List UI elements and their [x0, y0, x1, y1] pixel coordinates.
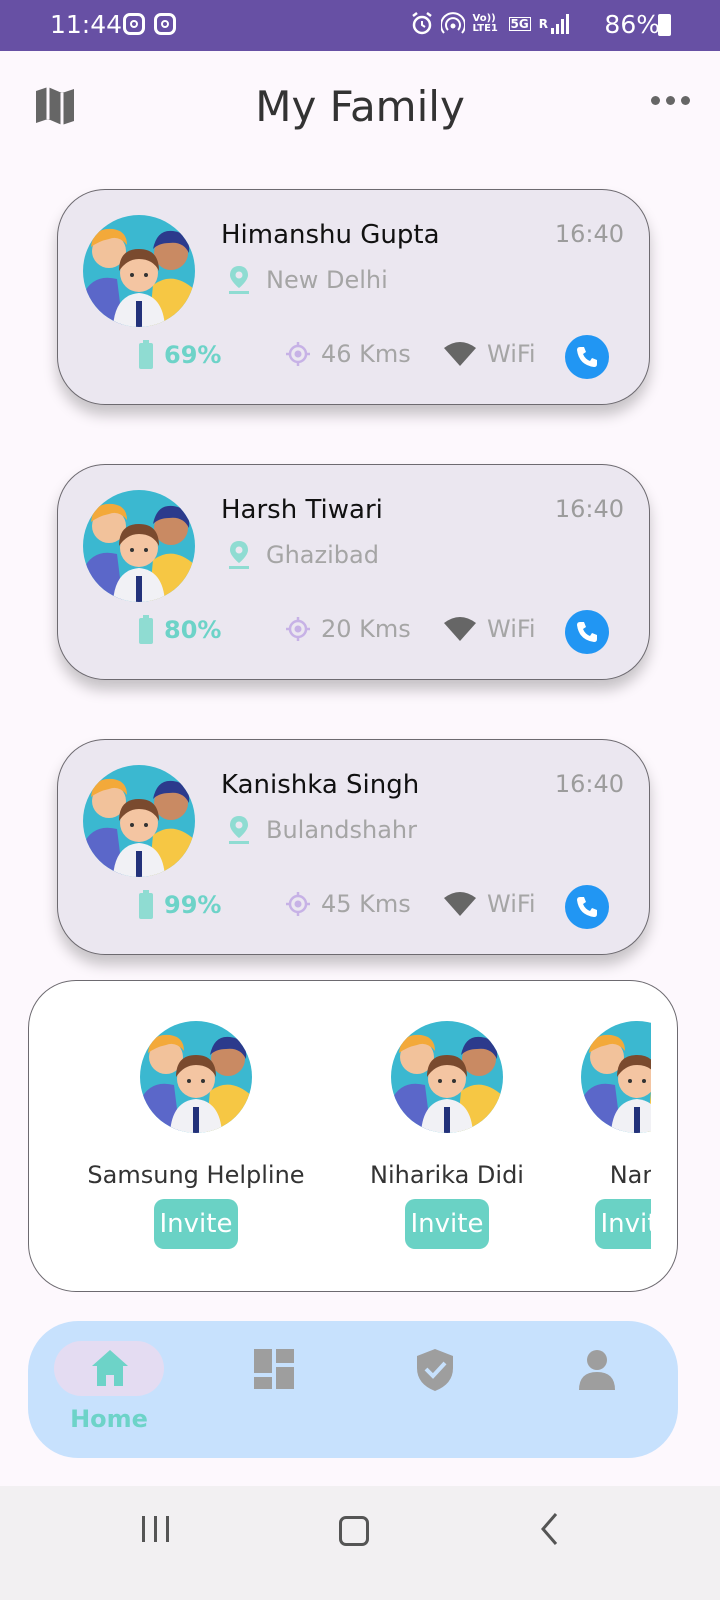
back-button[interactable] — [540, 1512, 560, 1546]
dashboard-icon — [254, 1349, 294, 1389]
member-card[interactable]: Himanshu Gupta 16:40 New Delhi 69% 46 Km… — [57, 189, 650, 405]
network-label: WiFi — [487, 615, 536, 643]
avatar — [140, 1021, 252, 1133]
nav-dashboard[interactable] — [216, 1341, 326, 1441]
gps-icon — [286, 892, 310, 916]
roaming-icon: R — [538, 17, 548, 31]
member-name: Kanishka Singh — [221, 770, 420, 800]
location-label: Bulandshahr — [266, 816, 417, 844]
avatar — [391, 1021, 503, 1133]
location-pin-icon — [229, 266, 249, 294]
hotspot-icon — [440, 12, 465, 34]
network-status: WiFi — [443, 615, 536, 643]
nav-home-label: Home — [70, 1405, 148, 1433]
invite-button[interactable]: Invite — [154, 1199, 238, 1249]
member-location: Bulandshahr — [228, 815, 417, 845]
nav-home[interactable]: Home — [54, 1341, 164, 1441]
battery-icon — [139, 615, 153, 644]
battery-label: 69% — [164, 341, 222, 369]
location-label: New Delhi — [266, 266, 388, 294]
distance-label: 20 Kms — [321, 615, 411, 643]
phone-icon — [577, 622, 597, 642]
wifi-icon — [444, 892, 476, 916]
phone-icon — [577, 897, 597, 917]
contact-name: Samsung Helpline — [87, 1161, 305, 1189]
avatar — [83, 215, 195, 327]
alarm-icon — [411, 12, 432, 35]
call-button[interactable] — [565, 610, 609, 654]
member-time: 16:40 — [554, 770, 624, 798]
bottom-navigation: Home — [28, 1321, 678, 1458]
recent-apps-button[interactable] — [142, 1516, 169, 1542]
avatar — [581, 1021, 651, 1133]
distance-status: 46 Kms — [285, 340, 411, 368]
member-name: Harsh Tiwari — [221, 495, 383, 525]
network-status: WiFi — [443, 340, 536, 368]
5g-icon: 5G — [508, 17, 531, 31]
gps-icon — [286, 342, 310, 366]
network-status: WiFi — [443, 890, 536, 918]
contact-name: Nani — [609, 1161, 651, 1189]
distance-status: 45 Kms — [285, 890, 411, 918]
nav-security[interactable] — [378, 1341, 488, 1441]
instagram-icon — [123, 13, 145, 35]
phone-icon — [577, 347, 597, 367]
home-button[interactable] — [339, 1516, 369, 1546]
page-title: My Family — [255, 82, 465, 131]
call-button[interactable] — [565, 335, 609, 379]
battery-status: 69% — [138, 340, 221, 370]
call-button[interactable] — [565, 885, 609, 929]
battery-icon — [658, 14, 671, 36]
distance-status: 20 Kms — [285, 615, 411, 643]
contact-item: Samsung Helpline Invite — [81, 1021, 311, 1261]
status-time: 11:44 — [50, 10, 123, 39]
instagram-icon — [154, 13, 176, 35]
wifi-icon — [444, 617, 476, 641]
member-time: 16:40 — [554, 220, 624, 248]
avatar — [83, 765, 195, 877]
battery-label: 99% — [164, 891, 222, 919]
wifi-icon — [444, 342, 476, 366]
invite-button[interactable]: Invite — [405, 1199, 489, 1249]
network-label: WiFi — [487, 340, 536, 368]
home-icon — [92, 1350, 128, 1386]
member-time: 16:40 — [554, 495, 624, 523]
shield-icon — [417, 1349, 453, 1391]
distance-label: 46 Kms — [321, 340, 411, 368]
contact-item: Nani Invite — [522, 1021, 651, 1261]
battery-percent: 86% — [604, 10, 660, 39]
invite-carousel[interactable]: Samsung Helpline Invite Niharika Didi In… — [28, 980, 678, 1292]
invite-button[interactable]: Invite — [595, 1199, 651, 1249]
member-name: Himanshu Gupta — [221, 220, 440, 250]
battery-label: 80% — [164, 616, 222, 644]
network-label: WiFi — [487, 890, 536, 918]
battery-status: 99% — [138, 890, 221, 920]
distance-label: 45 Kms — [321, 890, 411, 918]
location-pin-icon — [229, 816, 249, 844]
battery-status: 80% — [138, 615, 221, 645]
member-card[interactable]: Kanishka Singh 16:40 Bulandshahr 99% 45 … — [57, 739, 650, 955]
more-horizontal-icon[interactable] — [651, 96, 690, 105]
status-bar: 11:44 Vo)) LTE1 5G R 86% — [0, 0, 720, 51]
signal-icon — [551, 14, 569, 34]
gps-icon — [286, 617, 310, 641]
profile-icon — [579, 1350, 615, 1390]
volte-icon: Vo)) LTE1 — [472, 13, 498, 34]
location-label: Ghazibad — [266, 541, 379, 569]
battery-icon — [139, 340, 153, 369]
member-location: Ghazibad — [228, 540, 379, 570]
member-location: New Delhi — [228, 265, 388, 295]
avatar — [83, 490, 195, 602]
battery-icon — [139, 890, 153, 919]
member-card[interactable]: Harsh Tiwari 16:40 Ghazibad 80% 20 Kms W… — [57, 464, 650, 680]
location-pin-icon — [229, 541, 249, 569]
system-navigation-bar — [0, 1486, 720, 1600]
status-icons: Vo)) LTE1 5G R — [411, 12, 570, 36]
nav-profile[interactable] — [541, 1341, 651, 1441]
